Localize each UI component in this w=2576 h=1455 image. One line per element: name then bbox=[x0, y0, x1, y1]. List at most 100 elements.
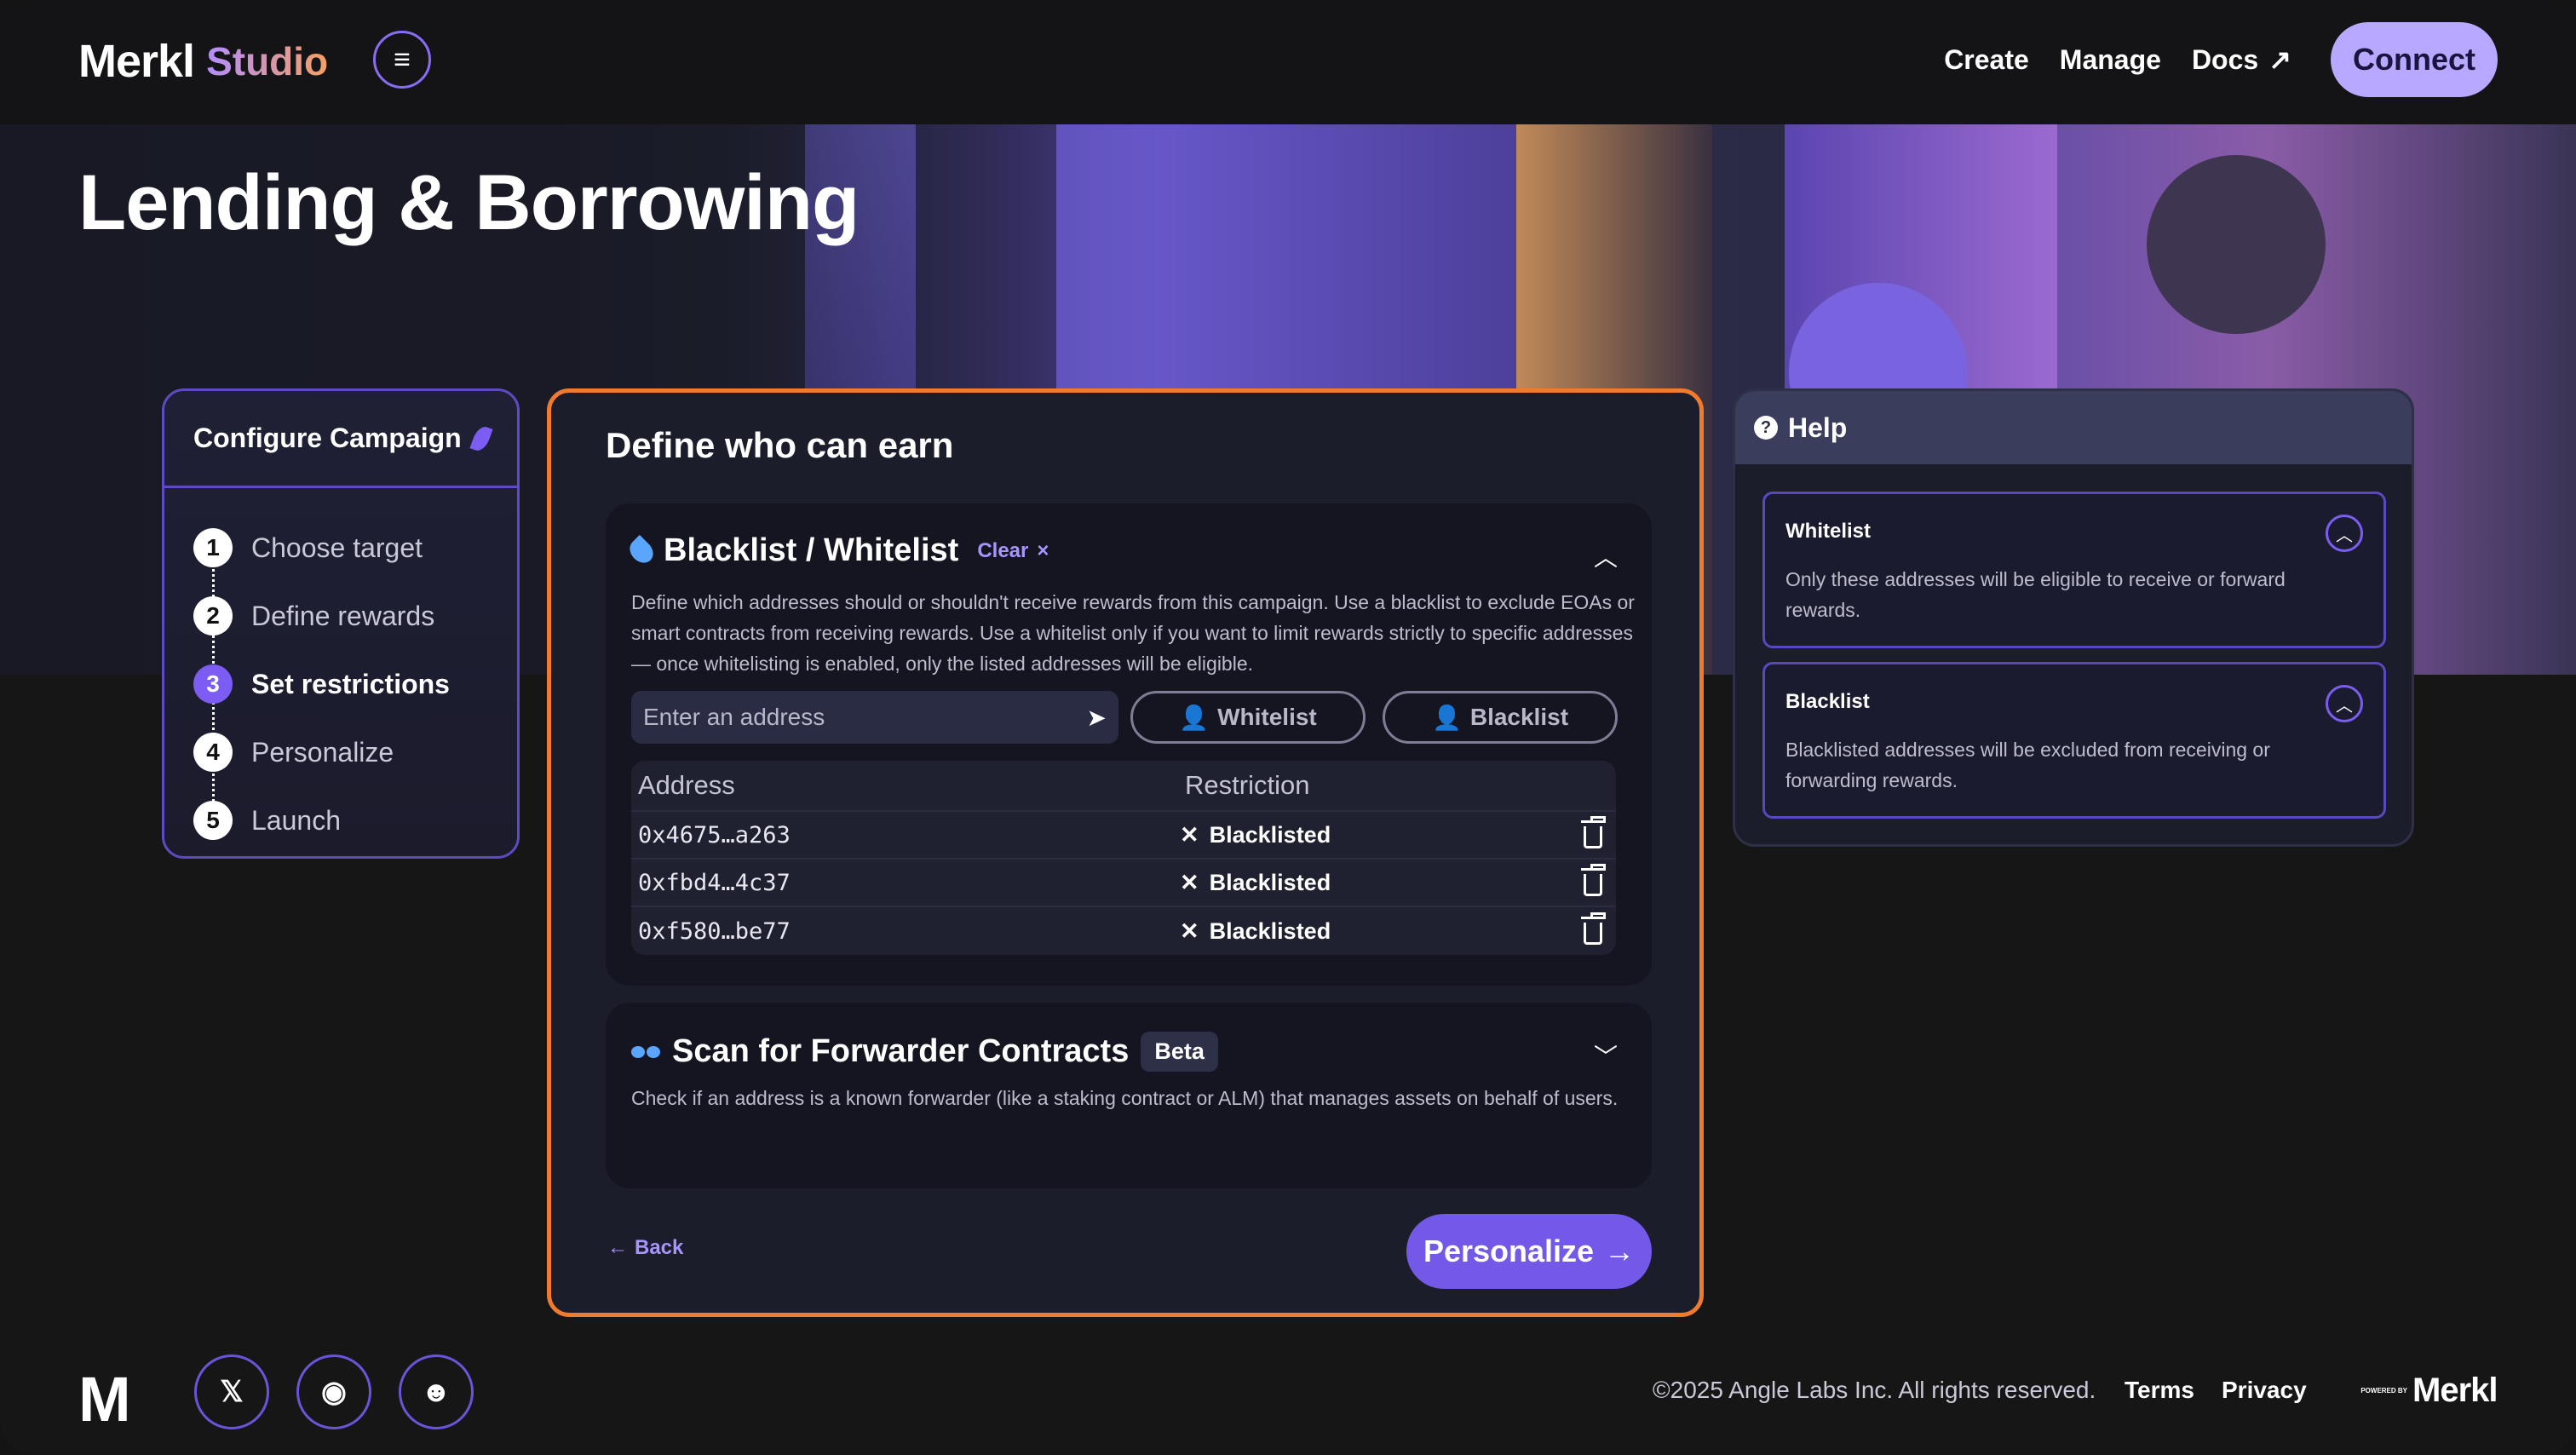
help-item-title: Blacklist bbox=[1785, 690, 1870, 713]
section-description: Check if an address is a known forwarder… bbox=[631, 1087, 1619, 1109]
help-item-description: Blacklisted addresses will be excluded f… bbox=[1785, 739, 2270, 791]
section-header[interactable]: Scan for Forwarder Contracts Beta bbox=[631, 1032, 1218, 1072]
step-personalize[interactable]: 4 Personalize bbox=[164, 718, 517, 786]
page-title: Lending & Borrowing bbox=[78, 159, 860, 246]
connect-button[interactable]: Connect bbox=[2331, 22, 2498, 97]
glasses-icon bbox=[631, 1045, 660, 1058]
merkl-m-logo[interactable]: M bbox=[78, 1363, 131, 1435]
restriction-label: Blacklisted bbox=[1209, 917, 1331, 944]
menu-button[interactable]: ≡ bbox=[373, 31, 431, 89]
blacklist-whitelist-section: Blacklist / Whitelist Clear × ︿ Define w… bbox=[606, 503, 1652, 986]
x-icon: ✕ bbox=[1180, 917, 1199, 944]
clear-button[interactable]: Clear × bbox=[977, 539, 1049, 563]
terms-link[interactable]: Terms bbox=[2125, 1377, 2194, 1404]
restriction-column-header: Restriction bbox=[1185, 770, 1310, 800]
studio-label: Studio bbox=[206, 39, 329, 83]
blacklist-label: Blacklist bbox=[1469, 704, 1569, 730]
help-header: ? Help bbox=[1735, 391, 2412, 464]
trash-icon bbox=[1581, 816, 1606, 848]
copyright: ©2025 Angle Labs Inc. All rights reserve… bbox=[1653, 1377, 2096, 1403]
steps-title: Configure Campaign bbox=[193, 423, 462, 453]
step-number: 3 bbox=[193, 664, 233, 704]
restrictions-card: Define who can earn Blacklist / Whitelis… bbox=[547, 388, 1704, 1317]
nav-docs[interactable]: Docs ↗ bbox=[2192, 43, 2291, 76]
step-list: 1 Choose target 2 Define rewards 3 Set r… bbox=[164, 488, 517, 854]
step-number: 1 bbox=[193, 528, 233, 567]
address-cell: 0x4675…a263 bbox=[638, 821, 791, 848]
user-minus-icon: 👤 bbox=[1431, 704, 1462, 731]
send-icon[interactable]: ➤ bbox=[1087, 704, 1107, 732]
help-item-description: Only these addresses will be eligible to… bbox=[1785, 568, 2286, 621]
powered-by-merkl[interactable]: POWERED BY Merkl bbox=[2360, 1372, 2498, 1410]
address-input-wrapper: ➤ bbox=[631, 691, 1118, 744]
leaf-icon bbox=[469, 423, 493, 453]
table-row: 0x4675…a263 ✕ Blacklisted bbox=[631, 812, 1616, 860]
app-frame: Merkl Studio ≡ Create Manage Docs ↗ Conn… bbox=[0, 0, 2576, 1455]
restriction-cell: ✕ Blacklisted bbox=[1180, 870, 1572, 896]
x-twitter-icon[interactable]: 𝕏 bbox=[194, 1354, 269, 1429]
nav-create[interactable]: Create bbox=[1944, 44, 2029, 76]
delete-row-button[interactable] bbox=[1572, 864, 1614, 896]
nav-docs-label: Docs bbox=[2191, 43, 2259, 75]
help-item-title: Whitelist bbox=[1785, 520, 1871, 543]
nav-links: Create Manage Docs ↗ Connect bbox=[1944, 22, 2498, 97]
forwarder-section: Scan for Forwarder Contracts Beta ﹀ Chec… bbox=[606, 1003, 1652, 1188]
help-title: Help bbox=[1788, 411, 1848, 443]
address-column-header: Address bbox=[638, 770, 735, 800]
delete-row-button[interactable] bbox=[1572, 816, 1614, 848]
chevron-up-icon[interactable]: ︿ bbox=[2326, 515, 2363, 552]
step-number: 4 bbox=[193, 733, 233, 772]
trash-icon bbox=[1581, 864, 1606, 896]
whitelist-button[interactable]: 👤 Whitelist bbox=[1130, 691, 1366, 744]
back-button[interactable]: ← Back bbox=[607, 1236, 683, 1260]
beta-badge: Beta bbox=[1141, 1032, 1218, 1072]
help-panel: ? Help Whitelist ︿ Only these addresses … bbox=[1733, 388, 2414, 847]
address-cell: 0xfbd4…4c37 bbox=[638, 869, 791, 896]
hamburger-menu-icon: ≡ bbox=[394, 43, 411, 76]
restriction-cell: ✕ Blacklisted bbox=[1180, 918, 1572, 945]
step-label: Define rewards bbox=[251, 600, 435, 631]
blacklist-button[interactable]: 👤 Blacklist bbox=[1383, 691, 1618, 744]
restriction-cell: ✕ Blacklisted bbox=[1180, 822, 1572, 848]
chevron-up-icon[interactable]: ︿ bbox=[2326, 685, 2363, 722]
step-label: Personalize bbox=[251, 736, 394, 768]
address-cell: 0xf580…be77 bbox=[638, 917, 791, 945]
chevron-up-icon[interactable]: ︿ bbox=[1594, 539, 1618, 573]
chevron-down-icon[interactable]: ﹀ bbox=[1594, 1038, 1618, 1073]
address-input[interactable] bbox=[643, 704, 1052, 731]
restriction-label: Blacklisted bbox=[1209, 869, 1331, 895]
table-header: Address Restriction bbox=[631, 761, 1616, 812]
top-nav: Merkl Studio ≡ Create Manage Docs ↗ Conn… bbox=[0, 0, 2576, 124]
privacy-link[interactable]: Privacy bbox=[2222, 1377, 2307, 1404]
whitelist-label: Whitelist bbox=[1217, 704, 1317, 730]
merkl-studio-logo[interactable]: Merkl Studio bbox=[78, 32, 328, 90]
step-label: Launch bbox=[251, 804, 341, 836]
step-label: Choose target bbox=[251, 532, 423, 563]
step-set-restrictions[interactable]: 3 Set restrictions bbox=[164, 650, 517, 718]
steps-header: Configure Campaign bbox=[164, 391, 517, 488]
section-title: Blacklist / Whitelist bbox=[664, 532, 959, 568]
table-row: 0xf580…be77 ✕ Blacklisted bbox=[631, 907, 1616, 955]
step-number: 5 bbox=[193, 801, 233, 840]
step-choose-target[interactable]: 1 Choose target bbox=[164, 514, 517, 582]
step-define-rewards[interactable]: 2 Define rewards bbox=[164, 582, 517, 650]
section-title: Scan for Forwarder Contracts bbox=[672, 1033, 1130, 1069]
help-item-whitelist[interactable]: Whitelist ︿ Only these addresses will be… bbox=[1762, 492, 2386, 648]
clear-label: Clear bbox=[977, 538, 1029, 562]
discord-icon[interactable]: ☻ bbox=[399, 1354, 474, 1429]
arrow-right-icon: → bbox=[1604, 1234, 1636, 1268]
nav-manage[interactable]: Manage bbox=[2060, 44, 2161, 76]
back-label: Back bbox=[635, 1236, 684, 1259]
personalize-button[interactable]: Personalize → bbox=[1406, 1214, 1652, 1289]
github-icon[interactable]: ◉ bbox=[296, 1354, 371, 1429]
section-header[interactable]: Blacklist / Whitelist Clear × bbox=[624, 532, 1049, 569]
powered-by-label: POWERED BY bbox=[2360, 1387, 2407, 1395]
user-plus-icon: 👤 bbox=[1179, 704, 1210, 731]
section-description: Define which addresses should or shouldn… bbox=[631, 591, 1635, 675]
delete-row-button[interactable] bbox=[1572, 912, 1614, 945]
campaign-steps: Configure Campaign 1 Choose target 2 Def… bbox=[162, 388, 520, 859]
x-icon: ✕ bbox=[1180, 821, 1199, 848]
step-launch[interactable]: 5 Launch bbox=[164, 786, 517, 854]
help-item-blacklist[interactable]: Blacklist ︿ Blacklisted addresses will b… bbox=[1762, 662, 2386, 819]
droplet-icon bbox=[624, 534, 658, 567]
